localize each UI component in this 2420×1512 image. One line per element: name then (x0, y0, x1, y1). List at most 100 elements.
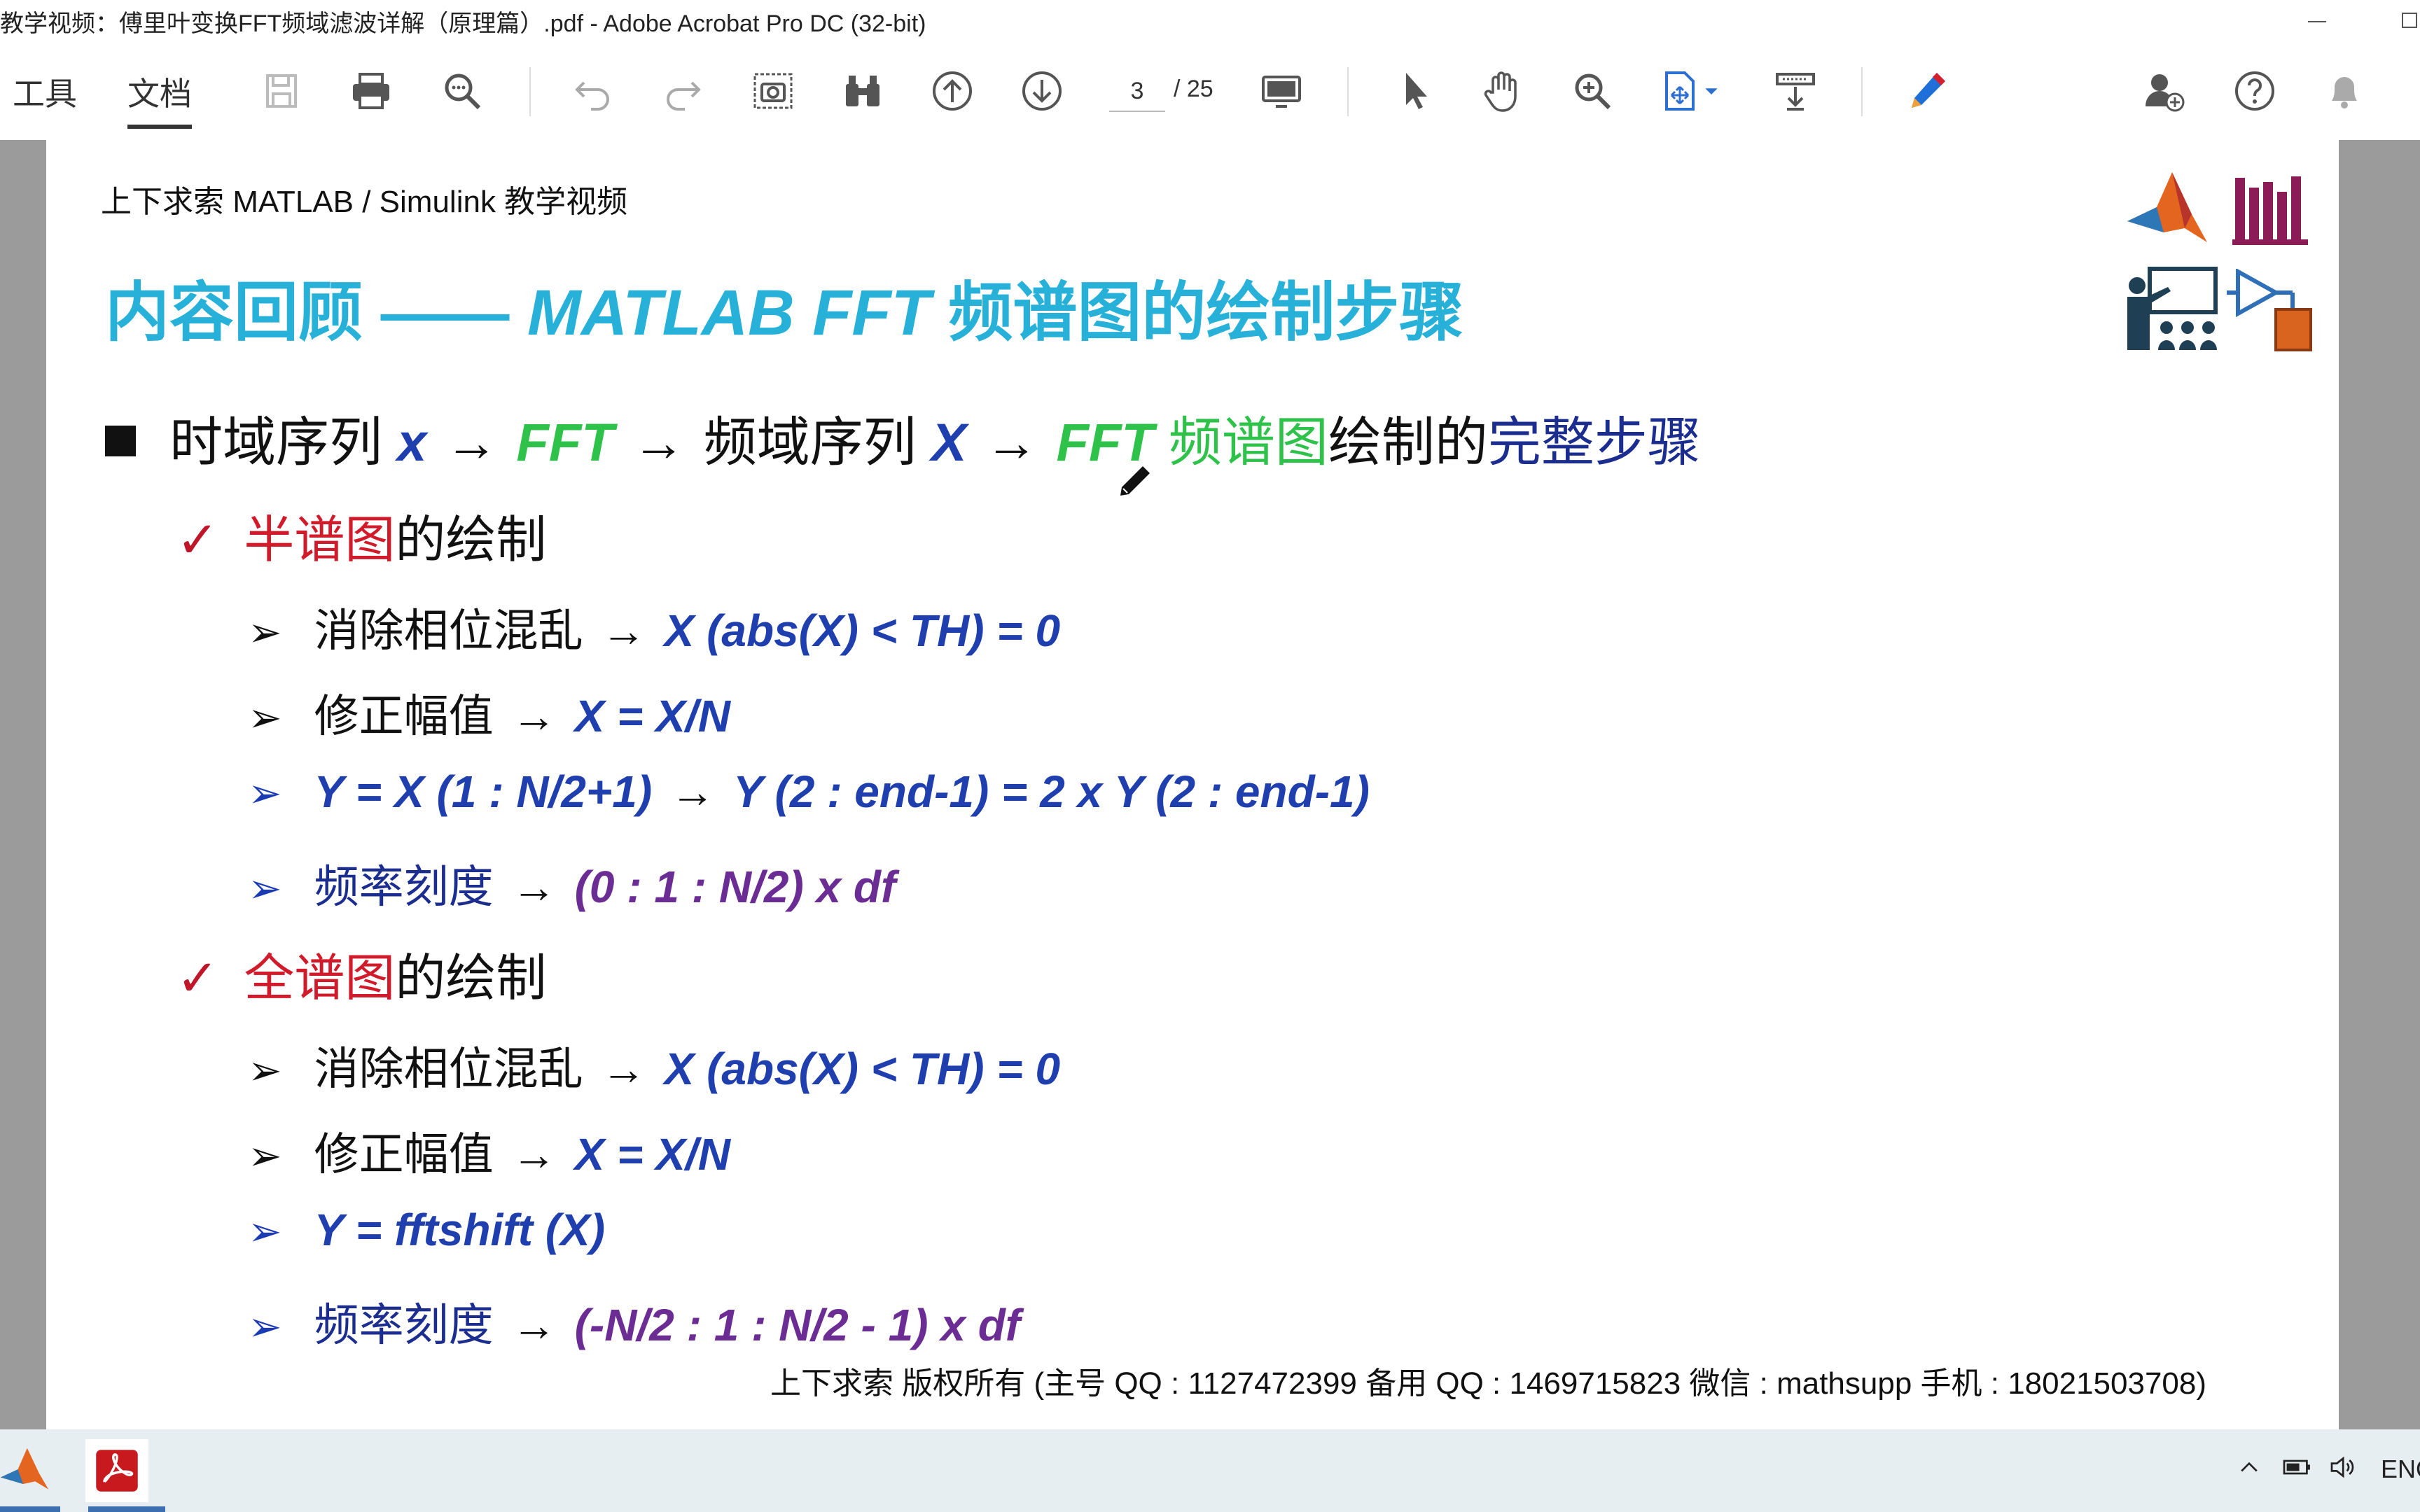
volume-icon[interactable] (2329, 1455, 2360, 1486)
text: 频谱图 (1153, 413, 1328, 472)
pen-cursor-icon (1120, 466, 1150, 496)
formula: X = X/N (574, 1129, 730, 1180)
check-icon: ✓ (176, 512, 219, 568)
export-icon[interactable] (1770, 66, 1821, 116)
formula: X = X/N (574, 691, 730, 741)
minimize-button[interactable] (2308, 21, 2326, 22)
zoom-in-icon[interactable] (1567, 66, 1618, 116)
add-user-icon[interactable] (2139, 66, 2189, 116)
matlab-icon[interactable] (0, 1439, 56, 1502)
active-indicator (88, 1506, 165, 1512)
page-down-icon[interactable] (1017, 66, 1067, 116)
arrow-icon: → (601, 1044, 646, 1094)
var-x: x (397, 413, 427, 472)
var-X: X (931, 413, 967, 472)
acrobat-icon[interactable] (85, 1439, 148, 1502)
page-up-icon[interactable] (927, 66, 978, 116)
text: 时域序列 (169, 413, 398, 472)
heading-red: 半谱图 (244, 512, 396, 568)
print-icon[interactable] (346, 66, 396, 116)
slide-header: 上下求索 MATLAB / Simulink 教学视频 (101, 185, 628, 219)
heading-rest: 的绘制 (395, 512, 547, 568)
title-bar: 教学视频：傅里叶变换FFT频域滤波详解（原理篇）.pdf - Adobe Acr… (0, 0, 2420, 46)
item-label: 消除相位混乱 (314, 1044, 583, 1094)
formula: Y (2 : end-1) = 2 x Y (2 : end-1) (733, 766, 1370, 817)
fft-label: FFT (516, 413, 614, 472)
list-item: ➢ Y = X (1 : N/2+1) → Y (2 : end-1) = 2 x Y… (248, 766, 1370, 818)
arrow-icon: → (445, 413, 499, 472)
active-indicator (0, 1506, 60, 1512)
formula: (0 : 1 : N/2) x df (574, 862, 896, 912)
library-icon (2232, 171, 2308, 246)
triangle-bullet-icon: ➢ (248, 610, 282, 655)
page-total: / 25 (1174, 76, 1214, 102)
tab-tools[interactable]: 工具 (13, 69, 77, 115)
arrow-icon: → (601, 606, 646, 656)
item-label: 频率刻度 (314, 862, 494, 912)
item-label: 修正幅值 (314, 691, 494, 741)
arrow-icon: → (511, 1129, 557, 1180)
snapshot-icon[interactable] (748, 66, 798, 116)
text: 完整步骤 (1487, 413, 1701, 472)
pen-icon[interactable] (1902, 66, 1952, 116)
page-number-input[interactable]: 3 (1109, 71, 1165, 112)
tab-document[interactable]: 文档 (127, 69, 192, 129)
language-indicator[interactable]: ENG (2381, 1455, 2420, 1484)
list-item: ➢ 修正幅值 → X = X/N (248, 680, 730, 745)
title-part: 内容回顾 —— (105, 277, 528, 349)
window-title: 教学视频：傅里叶变换FFT频域滤波详解（原理篇）.pdf - Adobe Acr… (0, 10, 926, 37)
undo-icon[interactable] (567, 66, 618, 116)
list-item: ➢ 频率刻度 → (-N/2 : 1 : N/2 - 1) x df (248, 1289, 1020, 1354)
triangle-bullet-icon: ➢ (248, 1133, 282, 1179)
item-label: 频率刻度 (314, 1300, 494, 1350)
arrow-icon: → (632, 413, 686, 472)
list-item: ➢ Y = fftshift (X) (248, 1204, 605, 1256)
save-icon[interactable] (256, 66, 307, 116)
square-bullet-icon (105, 425, 136, 456)
toolbar-separator (1861, 67, 1863, 116)
toolbar-separator (529, 67, 531, 116)
half-spectrum-heading: ✓ 半谱图的绘制 (176, 498, 546, 572)
triangle-bullet-icon: ➢ (248, 1304, 282, 1350)
list-item: ➢ 修正幅值 → X = X/N (248, 1119, 730, 1183)
list-item: ➢ 频率刻度 → (0 : 1 : N/2) x df (248, 851, 896, 916)
arrow-icon: → (511, 1300, 557, 1350)
copyright-footer: 上下求索 版权所有 (主号 QQ : 1127472399 备用 QQ : 14… (770, 1366, 2207, 1401)
simulink-icon (2227, 267, 2314, 353)
triangle-bullet-icon: ➢ (248, 771, 282, 816)
triangle-bullet-icon: ➢ (248, 695, 282, 741)
read-mode-icon[interactable] (1256, 66, 1307, 116)
hand-icon[interactable] (1477, 66, 1528, 116)
triangle-bullet-icon: ➢ (248, 866, 282, 911)
item-label: Y = X (1 : N/2+1) (314, 766, 653, 817)
select-cursor-icon[interactable] (1389, 66, 1440, 116)
list-item: ➢ 消除相位混乱 → X (abs(X) < TH) = 0 (248, 595, 1060, 659)
help-icon[interactable] (2230, 66, 2280, 116)
chevron-down-icon[interactable] (1697, 66, 1725, 116)
item-label: 消除相位混乱 (314, 606, 583, 656)
binoculars-icon[interactable] (837, 66, 888, 116)
restore-button[interactable] (2402, 13, 2417, 28)
bell-icon[interactable] (2319, 66, 2370, 116)
arrow-icon: → (670, 766, 716, 817)
teacher-icon (2122, 266, 2220, 351)
title-part: MATLAB FFT (527, 277, 931, 349)
chevron-up-icon[interactable] (2237, 1455, 2262, 1486)
taskbar: ENG (0, 1429, 2420, 1512)
redo-icon[interactable] (658, 66, 709, 116)
check-icon: ✓ (176, 951, 219, 1007)
toolbar-separator (1347, 67, 1349, 116)
triangle-bullet-icon: ➢ (248, 1048, 282, 1093)
heading-red: 全谱图 (244, 951, 396, 1007)
arrow-icon: → (511, 862, 557, 912)
formula: X (abs(X) < TH) = 0 (664, 606, 1061, 656)
text: 频域序列 (703, 413, 931, 472)
search-icon[interactable] (437, 66, 487, 116)
matlab-logo (2122, 165, 2213, 256)
formula: (-N/2 : 1 : N/2 - 1) x df (574, 1300, 1021, 1350)
full-spectrum-heading: ✓ 全谱图的绘制 (176, 937, 546, 1010)
triangle-bullet-icon: ➢ (248, 1209, 282, 1254)
item-label: Y = fftshift (X) (314, 1205, 606, 1255)
item-label: 修正幅值 (314, 1129, 494, 1180)
battery-icon[interactable] (2281, 1455, 2312, 1486)
